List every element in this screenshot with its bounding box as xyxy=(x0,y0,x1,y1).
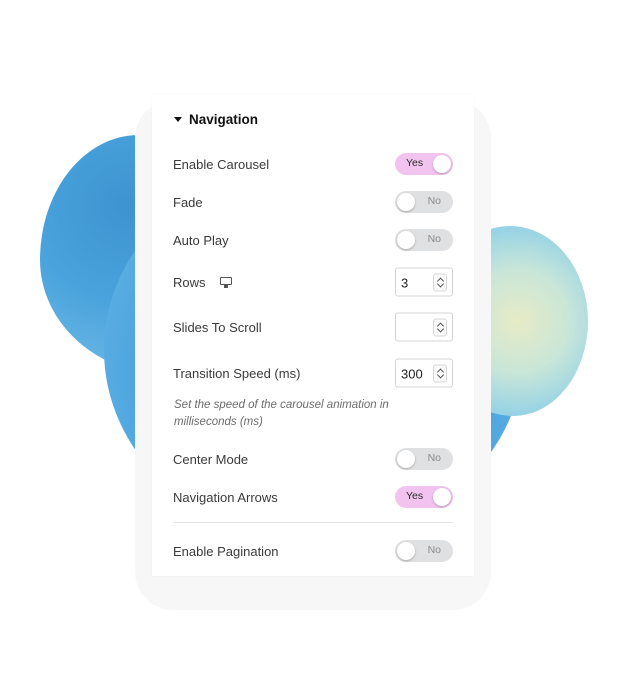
navigation-settings-panel: Navigation Enable Carousel Yes Fade No A… xyxy=(152,94,474,576)
slides-to-scroll-input[interactable] xyxy=(395,312,453,342)
rows-spinner[interactable] xyxy=(433,273,447,292)
slides-to-scroll-row: Slides To Scroll xyxy=(173,312,453,342)
toggle-knob xyxy=(397,193,415,211)
navigation-arrows-row: Navigation Arrows Yes xyxy=(173,486,453,508)
navigation-section-header[interactable]: Navigation xyxy=(174,110,258,128)
slides-to-scroll-label: Slides To Scroll xyxy=(173,319,262,335)
toggle-knob xyxy=(433,155,451,173)
slides-to-scroll-spinner[interactable] xyxy=(433,318,447,337)
auto-play-row: Auto Play No xyxy=(173,229,453,251)
enable-pagination-label: Enable Pagination xyxy=(173,543,279,559)
enable-carousel-row: Enable Carousel Yes xyxy=(173,153,453,175)
section-title: Navigation xyxy=(189,111,259,127)
transition-speed-spinner[interactable] xyxy=(433,364,447,383)
transition-speed-row: Transition Speed (ms) 300 xyxy=(173,358,453,388)
center-mode-label: Center Mode xyxy=(173,451,249,467)
toggle-knob xyxy=(397,450,415,468)
auto-play-toggle[interactable]: No xyxy=(395,229,453,251)
navigation-arrows-label: Navigation Arrows xyxy=(173,489,278,505)
fade-label: Fade xyxy=(173,194,203,210)
toggle-state-label: No xyxy=(427,195,441,207)
monitor-icon[interactable] xyxy=(219,276,232,288)
rows-value: 3 xyxy=(401,275,409,291)
fade-row: Fade No xyxy=(173,191,453,213)
toggle-state-label: No xyxy=(427,452,441,464)
enable-carousel-toggle[interactable]: Yes xyxy=(395,153,453,175)
toggle-state-label: Yes xyxy=(406,157,424,169)
toggle-state-label: No xyxy=(427,544,441,556)
rows-number-input[interactable]: 3 xyxy=(395,267,453,297)
toggle-knob xyxy=(397,231,415,249)
auto-play-label: Auto Play xyxy=(173,232,229,248)
caret-down-icon xyxy=(174,117,182,122)
transition-speed-value: 300 xyxy=(401,366,423,382)
enable-pagination-toggle[interactable]: No xyxy=(395,540,453,562)
enable-carousel-label: Enable Carousel xyxy=(173,156,270,172)
navigation-arrows-toggle[interactable]: Yes xyxy=(395,486,453,508)
center-mode-row: Center Mode No xyxy=(173,448,453,470)
transition-speed-description: Set the speed of the carousel animation … xyxy=(174,399,389,428)
toggle-state-label: Yes xyxy=(406,490,424,502)
enable-pagination-row: Enable Pagination No xyxy=(173,540,453,562)
rows-row: Rows 3 xyxy=(173,267,453,297)
toggle-state-label: No xyxy=(427,233,441,245)
center-mode-toggle[interactable]: No xyxy=(395,448,453,470)
divider xyxy=(173,522,453,523)
toggle-knob xyxy=(433,488,451,506)
transition-speed-input[interactable]: 300 xyxy=(395,358,453,388)
rows-label: Rows xyxy=(173,274,206,290)
fade-toggle[interactable]: No xyxy=(395,191,453,213)
transition-speed-label: Transition Speed (ms) xyxy=(173,365,301,381)
toggle-knob xyxy=(397,542,415,560)
